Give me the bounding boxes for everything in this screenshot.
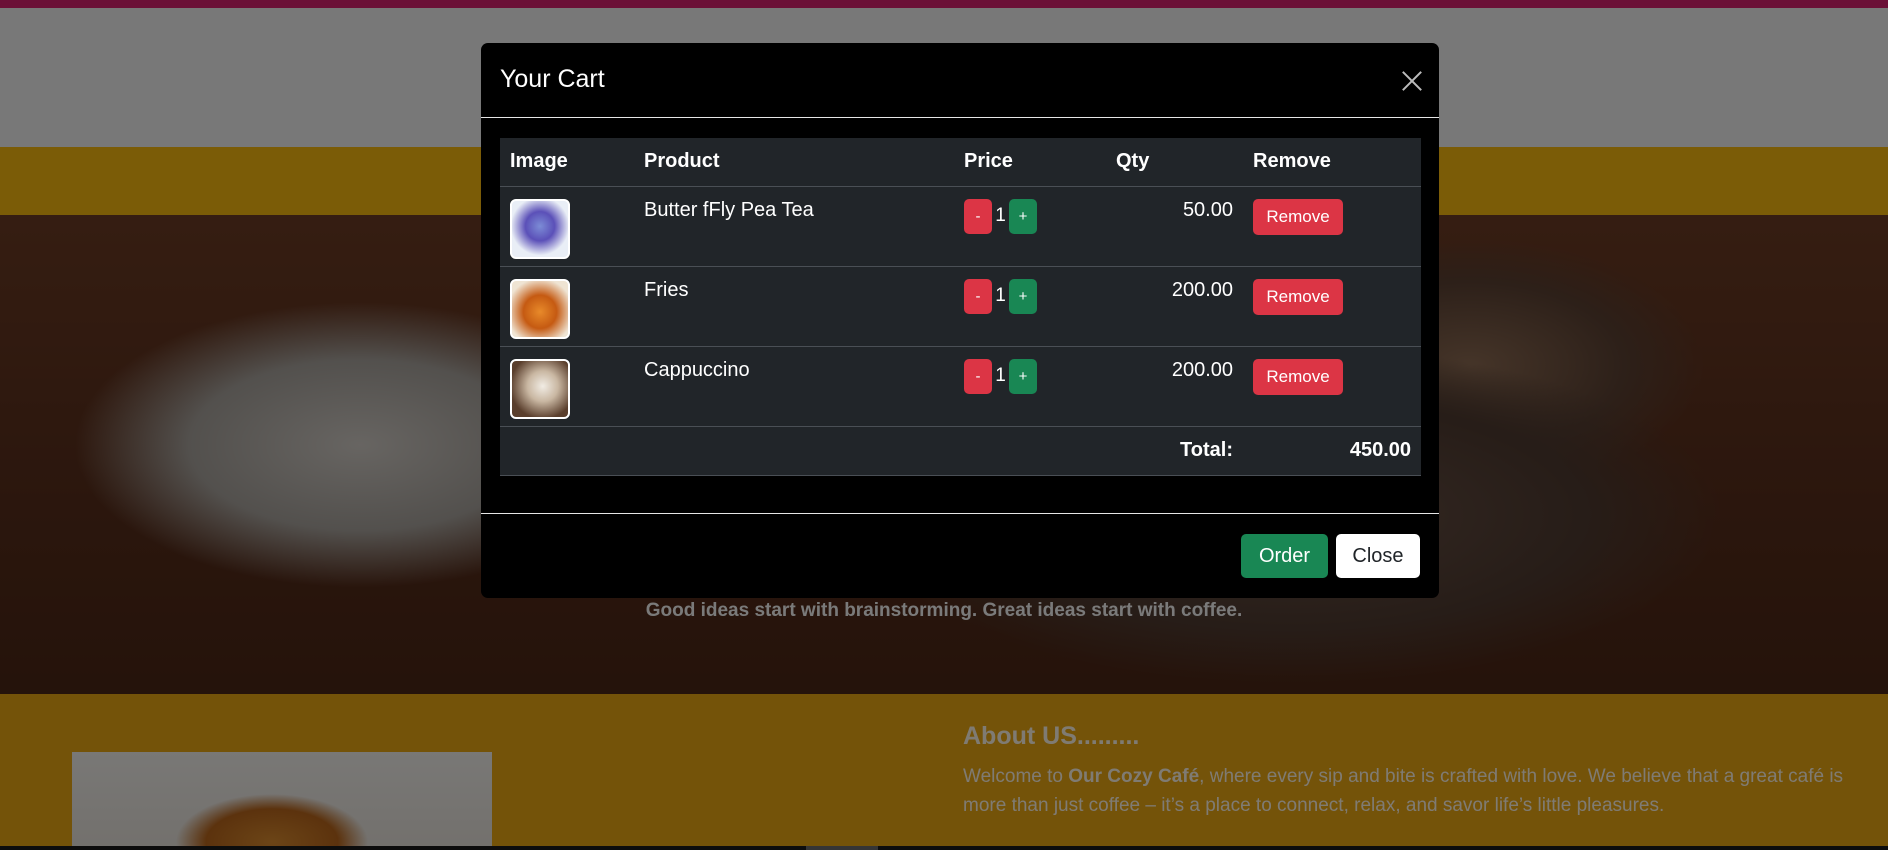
total-row: Total: 450.00	[500, 426, 1421, 476]
close-icon[interactable]	[1397, 66, 1427, 96]
product-name: Cappuccino	[634, 346, 954, 427]
table-row: Butter fFly Pea Tea - 1 + 50.00 Remove	[500, 186, 1421, 267]
item-price: 200.00	[1106, 266, 1243, 347]
footer-divider	[481, 513, 1439, 514]
modal-header: Your Cart	[481, 43, 1439, 118]
item-price: 50.00	[1106, 186, 1243, 267]
table-row: Fries - 1 + 200.00 Remove	[500, 266, 1421, 347]
column-header-product: Product	[634, 138, 954, 187]
total-value: 450.00	[1243, 426, 1421, 476]
remove-button[interactable]: Remove	[1253, 278, 1343, 315]
quantity-stepper: - 1 +	[964, 198, 1096, 234]
decrease-qty-button[interactable]: -	[964, 198, 992, 234]
product-thumbnail	[510, 358, 570, 419]
product-name: Fries	[634, 266, 954, 347]
increase-qty-button[interactable]: +	[1009, 278, 1037, 314]
quantity-stepper: - 1 +	[964, 358, 1096, 394]
item-price: 200.00	[1106, 346, 1243, 427]
column-header-price: Price	[954, 138, 1106, 187]
cart-table: Image Product Price Qty Remove Butter fF…	[500, 138, 1421, 476]
table-row: Cappuccino - 1 + 200.00 Remove	[500, 346, 1421, 427]
column-header-image: Image	[500, 138, 634, 187]
quantity-stepper: - 1 +	[964, 278, 1096, 314]
product-thumbnail	[510, 278, 570, 339]
decrease-qty-button[interactable]: -	[964, 278, 992, 314]
modal-title: Your Cart	[500, 65, 605, 93]
cart-modal: Your Cart Image Product Price Qty Remove…	[481, 43, 1439, 598]
quantity-value: 1	[995, 285, 1006, 306]
increase-qty-button[interactable]: +	[1009, 198, 1037, 234]
remove-button[interactable]: Remove	[1253, 198, 1343, 235]
increase-qty-button[interactable]: +	[1009, 358, 1037, 394]
total-label: Total:	[1106, 426, 1243, 476]
column-header-qty: Qty	[1106, 138, 1243, 187]
quantity-value: 1	[995, 365, 1006, 386]
remove-button[interactable]: Remove	[1253, 358, 1343, 395]
quantity-value: 1	[995, 205, 1006, 226]
table-header-row: Image Product Price Qty Remove	[500, 138, 1421, 187]
order-button[interactable]: Order	[1241, 534, 1328, 578]
close-button[interactable]: Close	[1336, 534, 1420, 578]
column-header-remove: Remove	[1243, 138, 1421, 187]
decrease-qty-button[interactable]: -	[964, 358, 992, 394]
product-thumbnail	[510, 198, 570, 259]
product-name: Butter fFly Pea Tea	[634, 186, 954, 267]
